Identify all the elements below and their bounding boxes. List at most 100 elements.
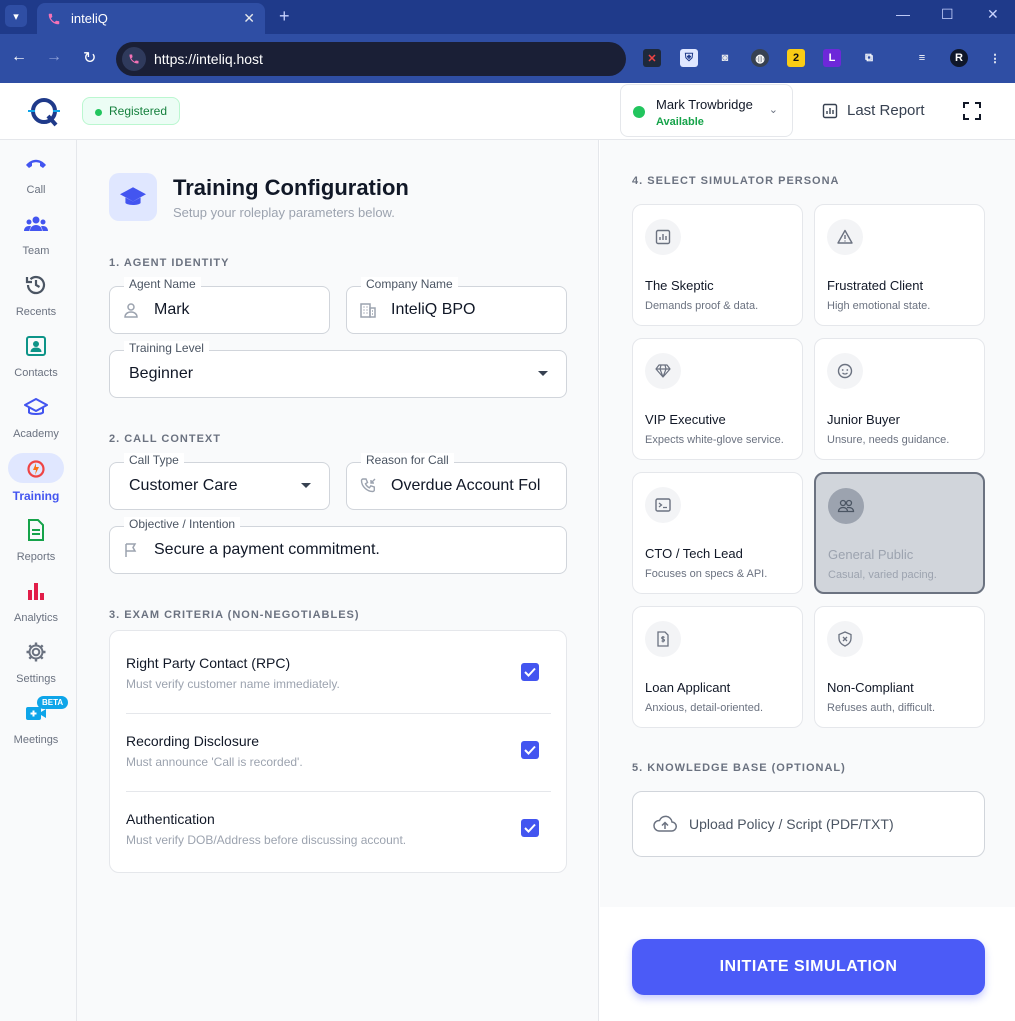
sidebar-item-call[interactable]: Call (0, 148, 72, 206)
tab-list-icon[interactable]: ▾ (5, 5, 27, 27)
list-item: Right Party Contact (RPC) Must verify cu… (126, 637, 551, 715)
extension-camera-icon[interactable]: ◙ (716, 49, 734, 67)
page-subtitle: Setup your roleplay parameters below. (173, 205, 395, 220)
training-level-select[interactable]: Training Level Beginner (109, 341, 567, 398)
list-item: Authentication Must verify DOB/Address b… (126, 793, 551, 871)
warning-icon (827, 219, 863, 255)
fullscreen-icon[interactable] (963, 102, 981, 120)
section-heading-knowledge-base: 5. KNOWLEDGE BASE (OPTIONAL) (632, 762, 846, 774)
close-window-icon[interactable]: ✕ (987, 6, 999, 23)
persona-card-loan-applicant[interactable]: Loan Applicant Anxious, detail-oriented. (632, 606, 803, 728)
persona-title: Junior Buyer (827, 412, 900, 427)
call-type-value: Customer Care (129, 477, 238, 494)
criterion-description: Must verify customer name immediately. (126, 677, 340, 691)
extension-globe-icon[interactable]: ◍ (751, 49, 769, 67)
sidebar-item-label: Call (26, 184, 46, 196)
sidebar-item-meetings[interactable]: BETA Meetings (0, 696, 72, 756)
extensions-puzzle-icon[interactable]: ⧉ (860, 49, 878, 67)
criterion-checkbox[interactable] (521, 819, 539, 837)
person-icon (122, 301, 140, 319)
sidebar-item-training[interactable]: Training (0, 453, 72, 511)
shield-x-icon (827, 621, 863, 657)
user-status-dropdown[interactable]: Mark Trowbridge Available ⌄ (620, 84, 793, 137)
persona-card-junior-buyer[interactable]: Junior Buyer Unsure, needs guidance. (814, 338, 985, 460)
agent-name-field[interactable]: Agent Name Mark (109, 277, 330, 334)
agent-name-value: Mark (154, 301, 190, 318)
sidebar-item-label: Reports (16, 551, 56, 563)
persona-card-frustrated-client[interactable]: Frustrated Client High emotional state. (814, 204, 985, 326)
criterion-checkbox[interactable] (521, 663, 539, 681)
minimize-icon[interactable]: — (896, 6, 910, 22)
persona-card-non-compliant[interactable]: Non-Compliant Refuses auth, difficult. (814, 606, 985, 728)
history-icon (8, 270, 64, 300)
sidebar-item-reports[interactable]: Reports (0, 515, 72, 573)
upload-policy-button[interactable]: Upload Policy / Script (PDF/TXT) (632, 791, 985, 857)
browser-tab[interactable]: inteliQ ✕ (37, 3, 265, 34)
section-heading-agent-identity: 1. AGENT IDENTITY (109, 257, 230, 269)
list-item: Recording Disclosure Must announce 'Call… (126, 715, 551, 793)
face-icon (827, 353, 863, 389)
action-bar: INITIATE SIMULATION (600, 907, 1015, 1021)
forward-icon[interactable]: → (46, 48, 62, 66)
field-label: Objective / Intention (124, 517, 241, 531)
persona-card-general-public[interactable]: General Public Casual, varied pacing. (814, 472, 985, 594)
user-name: Mark Trowbridge (656, 97, 753, 112)
extension-x-icon[interactable]: ✕ (643, 49, 661, 67)
reason-for-call-value: Overdue Account Fol (391, 477, 541, 494)
check-icon (524, 667, 536, 677)
sidebar-item-academy[interactable]: Academy (0, 392, 72, 450)
criterion-checkbox[interactable] (521, 741, 539, 759)
browser-navbar: ← → ↻ https://inteliq.host ✕ ⛨ ◙ ◍ 2 L ⧉… (0, 34, 1015, 83)
company-name-value: InteliQ BPO (391, 301, 476, 318)
upload-label: Upload Policy / Script (PDF/TXT) (689, 816, 894, 832)
browser-menu-icon[interactable]: ⋮ (986, 49, 1004, 67)
profile-icon[interactable]: R (950, 49, 968, 67)
check-icon (524, 823, 536, 833)
reason-for-call-field[interactable]: Reason for Call Overdue Account Fol (346, 453, 567, 510)
field-label: Company Name (361, 277, 458, 291)
sidebar-item-contacts[interactable]: Contacts (0, 331, 72, 389)
persona-description: Expects white-glove service. (645, 434, 784, 446)
objective-field[interactable]: Objective / Intention Secure a payment c… (109, 517, 567, 574)
media-playlist-icon[interactable]: ≡ (913, 49, 931, 67)
initiate-simulation-button[interactable]: INITIATE SIMULATION (632, 939, 985, 995)
persona-description: Focuses on specs & API. (645, 568, 768, 580)
back-icon[interactable]: ← (11, 48, 27, 66)
extension-shield-icon[interactable]: ⛨ (680, 49, 698, 67)
close-tab-icon[interactable]: ✕ (243, 10, 255, 27)
persona-card-skeptic[interactable]: The Skeptic Demands proof & data. (632, 204, 803, 326)
availability-dot (633, 106, 645, 118)
persona-description: Demands proof & data. (645, 300, 759, 312)
call-type-select[interactable]: Call Type Customer Care (109, 453, 330, 510)
extension-2-icon[interactable]: 2 (787, 49, 805, 67)
persona-card-vip-executive[interactable]: VIP Executive Expects white-glove servic… (632, 338, 803, 460)
divider (126, 791, 551, 792)
user-status: Available (656, 116, 704, 128)
sidebar-item-recents[interactable]: Recents (0, 270, 72, 328)
company-name-field[interactable]: Company Name InteliQ BPO (346, 277, 567, 334)
sidebar-item-label: Contacts (14, 367, 58, 379)
maximize-icon[interactable]: ☐ (941, 6, 954, 23)
extension-l-icon[interactable]: L (823, 49, 841, 67)
sidebar-item-settings[interactable]: Settings (0, 637, 72, 695)
reload-icon[interactable]: ↻ (83, 48, 96, 68)
site-info-icon[interactable] (122, 47, 146, 71)
training-icon (8, 453, 64, 483)
persona-card-cto-tech-lead[interactable]: CTO / Tech Lead Focuses on specs & API. (632, 472, 803, 594)
criterion-title: Right Party Contact (RPC) (126, 655, 291, 671)
sidebar-item-label: Analytics (13, 612, 59, 624)
sidebar-item-label: Meetings (13, 734, 59, 746)
address-bar[interactable]: https://inteliq.host (116, 42, 626, 76)
contacts-icon (8, 331, 64, 361)
sidebar-item-team[interactable]: Team (0, 209, 72, 267)
persona-title: Non-Compliant (827, 680, 914, 695)
new-tab-icon[interactable]: + (279, 6, 290, 27)
sidebar-item-analytics[interactable]: Analytics (0, 576, 72, 634)
last-report-button[interactable]: Last Report (822, 102, 925, 119)
phone-favicon-icon (47, 12, 61, 26)
sidebar-item-label: Training (12, 489, 60, 503)
report-chart-icon (822, 103, 838, 118)
criterion-description: Must announce 'Call is recorded'. (126, 755, 303, 769)
diamond-icon (645, 353, 681, 389)
document-icon (8, 515, 64, 545)
